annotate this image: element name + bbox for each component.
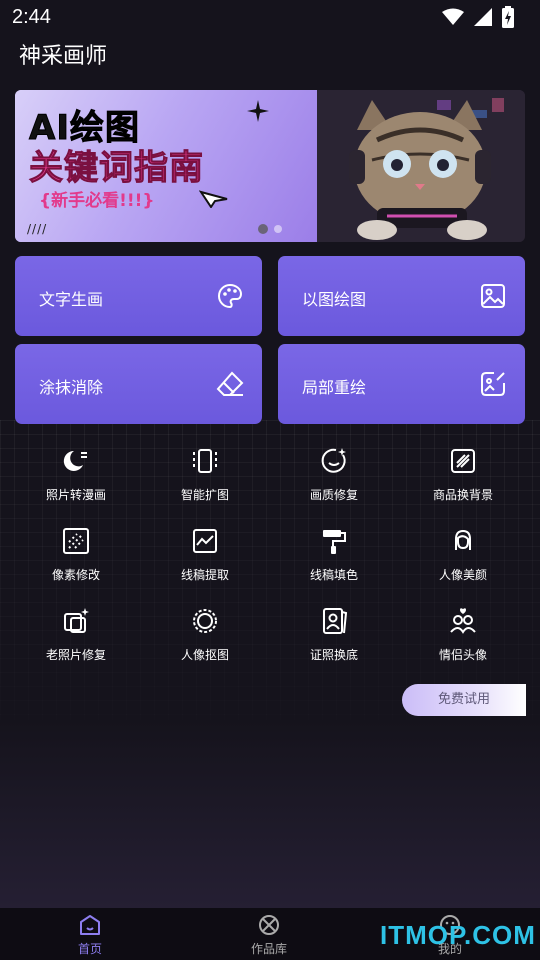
quality-icon [321, 448, 346, 473]
tool-pixel-edit[interactable]: 像素修改 [11, 526, 141, 596]
expand-icon [193, 449, 217, 473]
banner-tagline: {新手必看!!!} [39, 191, 155, 211]
tool-lineart-extract[interactable]: 线稿提取 [140, 526, 270, 596]
partial-redraw-card[interactable]: 局部重绘 [278, 344, 525, 424]
battery-icon [502, 6, 514, 28]
tool-label: 照片转漫画 [45, 488, 106, 502]
signal-icon [474, 8, 492, 26]
cutout-icon [193, 609, 217, 633]
promo-banner[interactable]: AI绘图 关键词指南 {新手必看!!!} //// [15, 90, 525, 242]
sparkle-icon [247, 100, 269, 122]
tool-quality-repair[interactable]: 画质修复 [269, 446, 399, 516]
nav-label: 作品库 [250, 942, 287, 956]
card-label: 涂抹消除 [39, 378, 104, 397]
status-bar: 2:44 [0, 0, 540, 36]
moon-icon [63, 450, 87, 471]
tool-label: 情侣头像 [438, 648, 487, 662]
tool-product-background[interactable]: 商品换背景 [398, 446, 528, 516]
wifi-icon [442, 8, 464, 25]
tool-label: 线稿提取 [180, 568, 229, 582]
image-to-image-card[interactable]: 以图绘图 [278, 256, 525, 336]
tool-portrait-cutout[interactable]: 人像抠图 [140, 606, 270, 676]
tool-smart-expand[interactable]: 智能扩图 [140, 446, 270, 516]
app-title: 神采画师 [19, 44, 108, 69]
tool-photo-to-comic[interactable]: 照片转漫画 [11, 446, 141, 516]
banner-pagination [258, 224, 282, 234]
tool-couple-avatar[interactable]: 情侣头像 [398, 606, 528, 676]
tool-label: 人像美颜 [438, 568, 487, 582]
paint-roller-icon [323, 530, 346, 554]
cursor-icon [199, 190, 228, 208]
old-photo-icon [64, 608, 89, 633]
status-icons [442, 6, 514, 28]
pixel-icon [63, 528, 89, 554]
tool-label: 人像抠图 [180, 648, 229, 662]
status-time: 2:44 [12, 6, 51, 28]
couple-icon [450, 608, 476, 634]
tool-id-photo-background[interactable]: 证照换底 [269, 606, 399, 676]
tool-old-photo-repair[interactable]: 老照片修复 [11, 606, 141, 676]
cat-illustration [317, 90, 525, 242]
tool-label: 证照换底 [309, 648, 358, 662]
id-photo-icon [323, 608, 348, 634]
watermark-logo: ITMOP.COM [380, 920, 536, 950]
tool-label: 智能扩图 [180, 488, 229, 502]
free-trial-button[interactable]: 免费试用 [402, 684, 526, 716]
tool-lineart-fill[interactable]: 线稿填色 [269, 526, 399, 596]
background-fade [0, 720, 540, 908]
tool-label: 商品换背景 [432, 488, 493, 502]
card-label: 以图绘图 [302, 290, 367, 309]
banner-dashes: //// [27, 222, 48, 236]
nav-label: 首页 [77, 942, 102, 956]
smudge-erase-card[interactable]: 涂抹消除 [15, 344, 262, 424]
text-to-image-card[interactable]: 文字生画 [15, 256, 262, 336]
image-icon [481, 284, 505, 308]
card-label: 文字生画 [39, 290, 104, 309]
tool-portrait-beauty[interactable]: 人像美颜 [398, 526, 528, 596]
eraser-icon [216, 371, 244, 396]
tool-label: 画质修复 [309, 488, 358, 502]
tool-label: 老照片修复 [45, 648, 106, 662]
background-icon [451, 449, 475, 473]
face-icon [455, 529, 471, 550]
lineart-icon [193, 529, 217, 553]
palette-icon [218, 283, 243, 309]
card-label: 局部重绘 [302, 378, 367, 397]
gallery-icon [259, 915, 279, 935]
tool-label: 线稿填色 [309, 568, 358, 582]
banner-dot-active[interactable] [258, 224, 268, 234]
banner-dot[interactable] [274, 225, 282, 233]
home-icon [80, 915, 100, 935]
banner-subheadline: 关键词指南 [29, 148, 204, 189]
edit-image-icon [481, 372, 505, 396]
tool-label: 像素修改 [51, 568, 100, 582]
banner-cat-image [317, 90, 525, 242]
banner-text-panel: AI绘图 关键词指南 {新手必看!!!} //// [15, 90, 317, 242]
nav-home[interactable]: 首页 [30, 912, 150, 958]
nav-gallery[interactable]: 作品库 [209, 912, 329, 958]
